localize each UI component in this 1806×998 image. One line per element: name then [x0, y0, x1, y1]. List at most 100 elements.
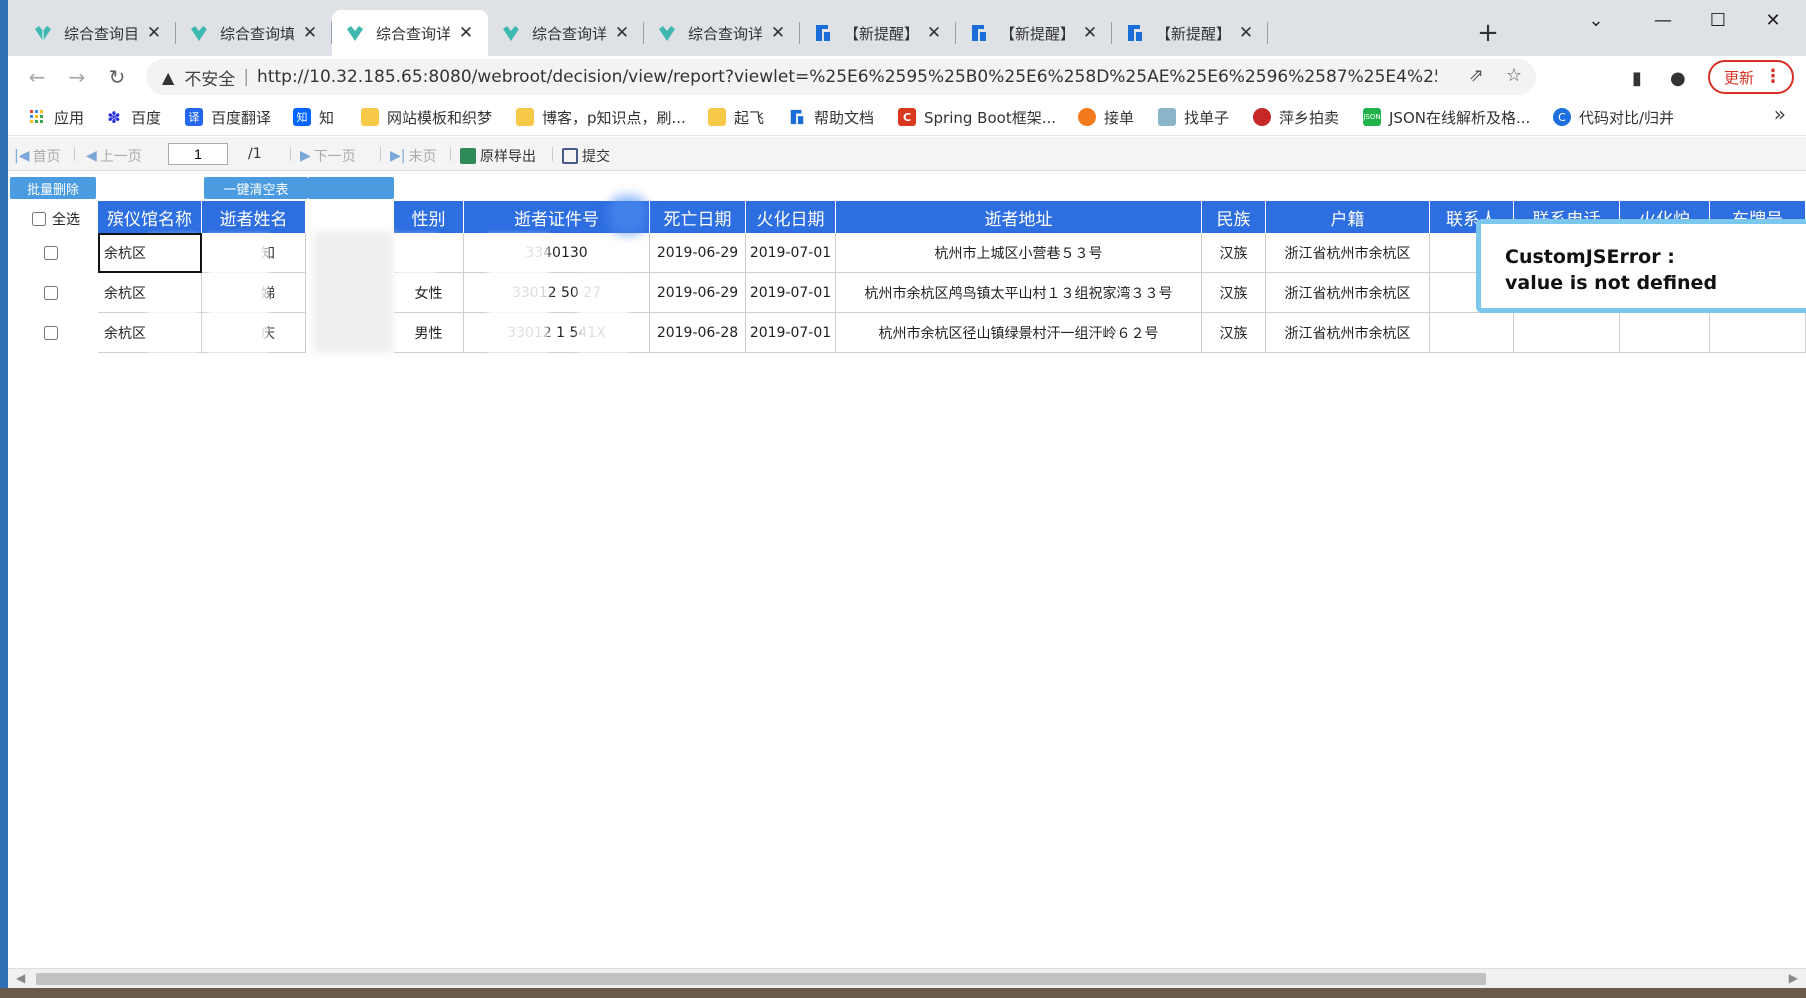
close-icon[interactable]: ✕ — [300, 23, 320, 43]
row-checkbox[interactable] — [44, 246, 58, 260]
close-icon[interactable]: ✕ — [144, 23, 164, 43]
bookmark-zhihu[interactable]: 知 知 — [293, 105, 334, 129]
last-page-button[interactable]: ▶| 末页 — [390, 146, 436, 166]
bookmark-label: 知 — [319, 108, 335, 127]
bookmark-apps[interactable]: 应用 — [28, 105, 84, 129]
prev-page-button[interactable]: ◀ 上一页 — [86, 146, 142, 166]
bookmark-baidu[interactable]: ✽ 百度 — [105, 105, 161, 129]
tab-3[interactable]: 综合查询详情 ✕ — [488, 10, 644, 56]
share-icon[interactable]: ⇗ — [1469, 65, 1484, 86]
tab-title: 综合查询详情 — [376, 24, 450, 43]
address-bar[interactable]: ▲ 不安全 | http://10.32.185.65:8080/webroot… — [146, 59, 1536, 95]
batch-delete-button[interactable]: 批量删除 — [10, 177, 96, 199]
bookmark-folder-blog[interactable]: 博客，p知识点，刷... — [516, 105, 686, 129]
cell-address[interactable]: 杭州市上城区小营巷５３号 — [836, 233, 1202, 273]
help-doc-icon — [1124, 22, 1146, 44]
cell-phone[interactable] — [1514, 313, 1620, 353]
side-panel-icon[interactable]: ▮ — [1632, 68, 1642, 89]
url-text[interactable]: http://10.32.185.65:8080/webroot/decisio… — [257, 67, 1437, 87]
help-doc-icon — [812, 22, 834, 44]
bookmark-folder-templates[interactable]: 网站模板和织梦 — [361, 105, 492, 129]
scroll-right-icon[interactable]: ▶ — [1789, 971, 1798, 985]
apps-grid-icon — [28, 108, 46, 126]
cell-household[interactable]: 浙江省杭州市余杭区 — [1266, 273, 1430, 313]
col-header: 火化日期 — [746, 201, 836, 233]
cell-death-date[interactable]: 2019-06-29 — [650, 273, 746, 313]
cell-ethnicity[interactable]: 汉族 — [1202, 273, 1266, 313]
first-page-icon: |◀ — [14, 148, 30, 164]
close-icon[interactable]: ✕ — [456, 23, 476, 43]
tab-5[interactable]: 【新提醒】Cus ✕ — [800, 10, 956, 56]
error-popup: CustomJSError : value is not defined — [1476, 219, 1806, 313]
tab-4[interactable]: 综合查询详情 ✕ — [644, 10, 800, 56]
bookmark-auction[interactable]: 萍乡拍卖 — [1253, 105, 1339, 129]
cell-death-date[interactable]: 2019-06-29 — [650, 233, 746, 273]
cell-cremation-date[interactable]: 2019-07-01 — [746, 313, 836, 353]
close-icon[interactable]: ✕ — [612, 23, 632, 43]
cell-household[interactable]: 浙江省杭州市余杭区 — [1266, 313, 1430, 353]
bookmark-jiedan[interactable]: 接单 — [1078, 105, 1134, 129]
tab-0[interactable]: 综合查询目录 ✕ — [20, 10, 176, 56]
close-icon[interactable]: ✕ — [1080, 23, 1100, 43]
close-icon[interactable]: ✕ — [1236, 23, 1256, 43]
close-icon[interactable]: ✕ — [768, 23, 788, 43]
bookmark-baidu-translate[interactable]: 译 百度翻译 — [185, 105, 271, 129]
cell-household[interactable]: 浙江省杭州市余杭区 — [1266, 233, 1430, 273]
page-number-input[interactable] — [168, 143, 228, 165]
bookmark-folder-qifei[interactable]: 起飞 — [708, 105, 764, 129]
bookmark-spring-boot[interactable]: C Spring Boot框架... — [898, 105, 1056, 129]
submit-button[interactable]: 提交 — [562, 146, 610, 166]
cell-funeral-home[interactable]: 余杭区 — [98, 233, 202, 273]
star-bookmark-icon[interactable]: ☆ — [1506, 65, 1522, 86]
cell-gender[interactable]: 男性 — [394, 313, 464, 353]
cell-furnace[interactable] — [1620, 313, 1710, 353]
prev-page-icon: ◀ — [86, 148, 97, 164]
cell-address[interactable]: 杭州市余杭区径山镇绿景村汗一组汗岭６２号 — [836, 313, 1202, 353]
next-page-button[interactable]: ▶ 下一页 — [300, 146, 356, 166]
cell-plate[interactable] — [1710, 313, 1806, 353]
scrollbar-thumb[interactable] — [36, 973, 1486, 985]
bookmark-code-compare[interactable]: C 代码对比/归并 — [1553, 105, 1674, 129]
cell-ethnicity[interactable]: 汉族 — [1202, 233, 1266, 273]
cell-death-date[interactable]: 2019-06-28 — [650, 313, 746, 353]
bookmark-help-docs[interactable]: 帮助文档 — [788, 105, 874, 129]
row-checkbox[interactable] — [44, 286, 58, 300]
cell-gender[interactable]: 女性 — [394, 273, 464, 313]
tab-search-chevron-icon[interactable]: ⌄ — [1566, 4, 1626, 36]
reload-icon[interactable]: ↻ — [102, 62, 132, 92]
folder-icon — [361, 108, 379, 126]
horizontal-scrollbar[interactable]: ◀ ▶ — [8, 968, 1806, 988]
tab-1[interactable]: 综合查询填报 ✕ — [176, 10, 332, 56]
cell-address[interactable]: 杭州市余杭区鸬鸟镇太平山村１３组祝家湾３３号 — [836, 273, 1202, 313]
bookmark-json[interactable]: JSON JSON在线解析及格... — [1363, 105, 1530, 129]
more-bookmarks-chevron-icon[interactable]: » — [1774, 102, 1786, 126]
cell-contact[interactable] — [1430, 313, 1514, 353]
tab-6[interactable]: 【新提醒】待办 ✕ — [956, 10, 1112, 56]
zhaodanzi-icon — [1158, 108, 1176, 126]
cell-cremation-date[interactable]: 2019-07-01 — [746, 273, 836, 313]
cell-cremation-date[interactable]: 2019-07-01 — [746, 233, 836, 273]
row-checkbox[interactable] — [44, 326, 58, 340]
minimize-icon[interactable]: — — [1633, 4, 1693, 36]
profile-avatar-icon[interactable]: ● — [1670, 68, 1686, 89]
bookmark-label: 网站模板和织梦 — [387, 108, 493, 127]
tab-7[interactable]: 【新提醒】做个 ✕ — [1112, 10, 1268, 56]
baidu-paw-icon: ✽ — [107, 107, 121, 127]
close-icon[interactable]: ✕ — [924, 23, 944, 43]
export-button[interactable]: 原样导出 — [460, 146, 536, 166]
bookmark-zhaodanzi[interactable]: 找单子 — [1158, 105, 1229, 129]
scroll-left-icon[interactable]: ◀ — [16, 971, 25, 985]
forward-arrow-icon[interactable]: → — [62, 62, 92, 92]
back-arrow-icon[interactable]: ← — [22, 62, 52, 92]
new-tab-button[interactable]: + — [1473, 18, 1503, 48]
close-window-icon[interactable]: ✕ — [1743, 4, 1803, 36]
browser-toolbar: ← → ↻ ▲ 不安全 | http://10.32.185.65:8080/w… — [8, 56, 1806, 98]
excel-export-icon — [460, 148, 476, 164]
update-button[interactable]: 更新 ⋮ — [1708, 60, 1794, 94]
blank-action-button[interactable] — [308, 177, 394, 199]
tab-2[interactable]: 综合查询详情 ✕ — [332, 10, 488, 56]
cell-ethnicity[interactable]: 汉族 — [1202, 313, 1266, 353]
first-page-button[interactable]: |◀ 首页 — [14, 146, 60, 166]
clear-table-button[interactable]: 一键清空表 — [204, 177, 308, 199]
maximize-icon[interactable]: ☐ — [1688, 4, 1748, 36]
